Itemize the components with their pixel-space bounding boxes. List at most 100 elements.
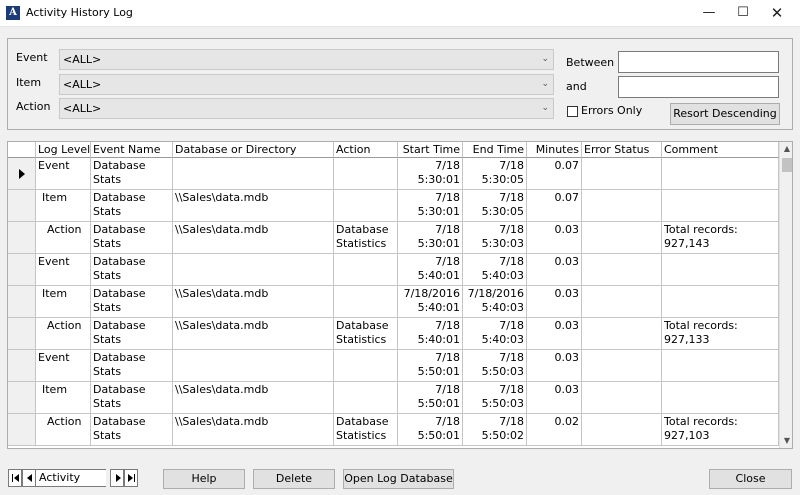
column-header-start-time[interactable]: Start Time <box>398 142 463 158</box>
event-dropdown[interactable]: <ALL> ⌄ <box>59 49 554 70</box>
start-date-input[interactable] <box>618 51 779 73</box>
table-row[interactable]: Item Database Stats \\Sales\data.mdb 7/18 5… <box>8 382 779 414</box>
cell-minutes: 0.03 <box>527 222 582 254</box>
table-row[interactable]: Action Database Stats \\Sales\data.mdb Data… <box>8 222 779 254</box>
cell-event-name: Database Stats <box>91 222 173 254</box>
chevron-down-icon: ⌄ <box>541 54 549 64</box>
cell-error-status <box>582 222 662 254</box>
cell-start-time: 7/18 5:50:01 PM <box>398 414 463 446</box>
cell-end-time: 7/18 5:40:03 PM <box>463 318 527 350</box>
resort-descending-button[interactable]: Resort Descending <box>670 103 780 125</box>
column-header-error-status[interactable]: Error Status <box>582 142 662 158</box>
cell-comment: Total records: 927,103 <box>662 414 779 446</box>
row-selector[interactable] <box>8 350 36 382</box>
column-header-action[interactable]: Action <box>334 142 398 158</box>
action-dropdown[interactable]: <ALL> ⌄ <box>59 98 554 119</box>
chevron-down-icon: ⌄ <box>541 79 549 89</box>
cell-log-level: Event <box>36 350 91 382</box>
cell-start-time: 7/18 5:40:01 PM <box>398 254 463 286</box>
cell-action <box>334 382 398 414</box>
cell-error-status <box>582 382 662 414</box>
cell-minutes: 0.07 <box>527 158 582 190</box>
cell-action: Database Statistics <box>334 222 398 254</box>
cell-comment <box>662 382 779 414</box>
item-dropdown[interactable]: <ALL> ⌄ <box>59 74 554 95</box>
cell-event-name: Database Stats <box>91 286 173 318</box>
cell-minutes: 0.03 <box>527 350 582 382</box>
cell-minutes: 0.03 <box>527 382 582 414</box>
minimize-button[interactable]: — <box>692 0 726 26</box>
cell-end-time: 7/18 5:40:03 PM <box>463 254 527 286</box>
cell-database <box>173 350 334 382</box>
column-header-log-level[interactable]: Log Level <box>36 142 91 158</box>
scroll-down-icon[interactable]: ▼ <box>780 434 792 448</box>
first-record-icon <box>12 474 13 482</box>
table-row[interactable]: EventDatabase Stats 7/18 5:40:01 PM7/18 5… <box>8 254 779 286</box>
table-row[interactable]: Action Database Stats \\Sales\data.mdb Data… <box>8 318 779 350</box>
close-button[interactable]: Close <box>709 469 792 489</box>
cell-minutes: 0.03 <box>527 254 582 286</box>
scroll-thumb[interactable] <box>782 158 792 172</box>
next-record-icon <box>116 474 121 482</box>
cell-log-level: Action <box>36 414 91 446</box>
row-selector-header <box>8 142 36 158</box>
cell-error-status <box>582 286 662 318</box>
vertical-scrollbar[interactable]: ▲ ▼ <box>779 142 792 448</box>
table-row[interactable]: Item Database Stats \\Sales\data.mdb 7/18 5… <box>8 190 779 222</box>
row-selector[interactable] <box>8 414 36 446</box>
table-row[interactable]: EventDatabase Stats 7/18 5:30:01 PM7/18 5… <box>8 158 779 190</box>
help-button[interactable]: Help <box>163 469 245 489</box>
last-record-icon <box>128 474 133 482</box>
cell-log-level: Item <box>36 382 91 414</box>
column-header-database[interactable]: Database or Directory <box>173 142 334 158</box>
cell-action <box>334 158 398 190</box>
window-title: Activity History Log <box>26 6 133 19</box>
column-header-end-time[interactable]: End Time <box>463 142 527 158</box>
action-label: Action <box>16 100 51 113</box>
end-date-input[interactable] <box>618 76 779 98</box>
and-label: and <box>566 80 587 93</box>
scroll-up-icon[interactable]: ▲ <box>780 142 792 156</box>
row-selector[interactable] <box>8 158 36 190</box>
navigator-current-record[interactable]: Activity <box>36 469 106 487</box>
previous-record-button[interactable] <box>22 469 36 487</box>
row-selector[interactable] <box>8 190 36 222</box>
row-selector[interactable] <box>8 286 36 318</box>
cell-error-status <box>582 414 662 446</box>
cell-comment <box>662 254 779 286</box>
row-selector[interactable] <box>8 318 36 350</box>
first-record-button[interactable] <box>8 469 22 487</box>
delete-button[interactable]: Delete <box>253 469 335 489</box>
last-record-button[interactable] <box>124 469 138 487</box>
cell-database <box>173 254 334 286</box>
errors-only-checkbox[interactable] <box>567 106 578 117</box>
column-header-comment[interactable]: Comment <box>662 142 779 158</box>
cell-action <box>334 254 398 286</box>
row-selector[interactable] <box>8 382 36 414</box>
maximize-button[interactable]: ☐ <box>726 0 760 26</box>
cell-action <box>334 190 398 222</box>
cell-database: \\Sales\data.mdb <box>173 318 334 350</box>
close-window-button[interactable]: ✕ <box>760 0 794 26</box>
cell-event-name: Database Stats <box>91 158 173 190</box>
cell-event-name: Database Stats <box>91 190 173 222</box>
cell-event-name: Database Stats <box>91 254 173 286</box>
row-selector[interactable] <box>8 222 36 254</box>
cell-start-time: 7/18 5:30:01 PM <box>398 190 463 222</box>
next-record-button[interactable] <box>110 469 124 487</box>
cell-log-level: Event <box>36 158 91 190</box>
open-log-database-button[interactable]: Open Log Database <box>343 469 454 489</box>
item-label: Item <box>16 76 42 89</box>
item-dropdown-value: <ALL> <box>63 78 102 91</box>
table-row[interactable]: Item Database Stats \\Sales\data.mdb 7/18/2… <box>8 286 779 318</box>
cell-end-time: 7/18 5:50:03 PM <box>463 350 527 382</box>
cell-action: Database Statistics <box>334 318 398 350</box>
table-row[interactable]: Action Database Stats \\Sales\data.mdb Data… <box>8 414 779 446</box>
table-row[interactable]: EventDatabase Stats 7/18 5:50:01 PM7/18 5… <box>8 350 779 382</box>
row-selector[interactable] <box>8 254 36 286</box>
column-header-minutes[interactable]: Minutes <box>527 142 582 158</box>
previous-record-icon <box>27 474 32 482</box>
cell-comment: Total records: 927,133 <box>662 318 779 350</box>
cell-end-time: 7/18 5:30:05 PM <box>463 158 527 190</box>
column-header-event-name[interactable]: Event Name <box>91 142 173 158</box>
